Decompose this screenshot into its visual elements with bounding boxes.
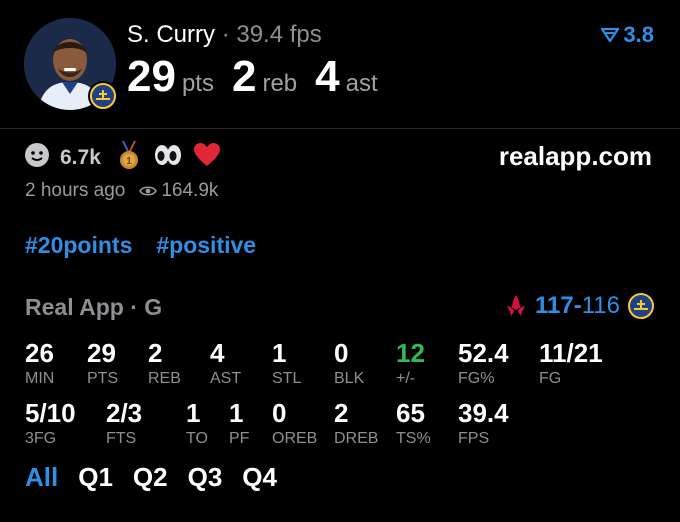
player-name[interactable]: S. Curry — [127, 21, 215, 48]
eyes-icon[interactable] — [153, 143, 183, 172]
stat-label: PTS — [87, 370, 119, 387]
team-logo-icon — [628, 293, 654, 319]
opponent-score: 116 — [581, 292, 620, 319]
stat-pts: 29 PTS — [87, 338, 118, 388]
stat-value: 65 — [396, 398, 425, 428]
stat-label: OREB — [272, 430, 318, 447]
stat-value: 5/10 — [25, 398, 76, 428]
heart-icon[interactable] — [193, 142, 221, 173]
ast-value: 4 — [315, 52, 340, 101]
stat-fg: 11/21 FG — [539, 338, 603, 388]
divider — [0, 128, 680, 129]
stat-label: TS% — [396, 430, 431, 447]
stat-to: 1 TO — [186, 398, 208, 448]
timestamp: 2 hours ago — [25, 180, 126, 201]
stat-value: 29 — [87, 338, 116, 368]
player-fps: 39.4 fps — [236, 21, 322, 48]
stat-plus-minus: 12 +/- — [396, 338, 425, 388]
stat-label: FTS — [106, 430, 137, 447]
stat-value: 1 — [272, 338, 287, 368]
tab-q4[interactable]: Q4 — [242, 462, 277, 493]
stat-value: 2 — [334, 398, 349, 428]
stat-label: +/- — [396, 370, 416, 387]
stat-reb: 2 REB — [148, 338, 181, 388]
stat-value: 1 — [229, 398, 244, 428]
pts-unit: pts — [181, 70, 214, 97]
stat-label: REB — [148, 370, 181, 387]
stat-label: PF — [229, 430, 250, 447]
stat-value: 26 — [25, 338, 54, 368]
post-meta: 2 hours ago 164.9k — [25, 180, 218, 202]
stat-fts: 2/3 FTS — [106, 398, 142, 448]
tab-q1[interactable]: Q1 — [78, 462, 113, 493]
stat-value: 0 — [334, 338, 349, 368]
stat-label: DREB — [334, 430, 379, 447]
stat-value: 2 — [148, 338, 163, 368]
eye-icon — [139, 186, 158, 196]
stats-source: Real App · G — [25, 294, 162, 321]
quarter-tabs: All Q1 Q2 Q3 Q4 — [25, 462, 277, 493]
stat-fg-pct: 52.4 FG% — [458, 338, 509, 388]
separator: · — [221, 21, 230, 48]
stat-value: 2/3 — [106, 398, 143, 428]
stat-label: MIN — [25, 370, 55, 387]
source-name: Real App — [25, 294, 124, 320]
game-score[interactable]: 117-116 — [505, 292, 654, 320]
headline-stats: 29 pts 2 reb 4 ast — [127, 52, 396, 102]
site-link[interactable]: realapp.com — [499, 141, 652, 172]
views: 164.9k — [139, 180, 218, 202]
stat-value: 4 — [210, 338, 225, 368]
stat-label: STL — [272, 370, 302, 387]
stat-label: AST — [210, 370, 242, 387]
stat-value: 12 — [396, 338, 425, 368]
stat-pf: 1 PF — [229, 398, 249, 448]
stat-label: FPS — [458, 430, 490, 447]
stat-3fg: 5/10 3FG — [25, 398, 76, 448]
stat-fps: 39.4 FPS — [458, 398, 509, 448]
stat-value: 11/21 — [539, 338, 603, 368]
smile-icon[interactable] — [24, 142, 50, 173]
reaction-count: 6.7k — [60, 145, 101, 169]
hashtag-link[interactable]: #20points — [25, 232, 132, 259]
hashtags: #20points #positive — [25, 232, 256, 259]
separator: · — [130, 294, 138, 320]
stat-oreb: 0 OREB — [272, 398, 317, 448]
reb-unit: reb — [262, 70, 298, 97]
hashtag-link[interactable]: #positive — [156, 232, 256, 259]
opponent-logo-icon — [507, 295, 526, 316]
stat-value: 1 — [186, 398, 201, 428]
rating-value: 3.8 — [623, 22, 654, 47]
stat-label: FG — [539, 370, 562, 387]
player-heading: S. Curry · 39.4 fps — [127, 21, 322, 49]
player-position: G — [144, 294, 163, 320]
pts-value: 29 — [127, 52, 176, 101]
score-dash: - — [573, 292, 582, 319]
stat-ast: 4 AST — [210, 338, 241, 388]
ast-unit: ast — [345, 70, 378, 97]
reb-value: 2 — [231, 52, 257, 101]
stat-ts-pct: 65 TS% — [396, 398, 431, 448]
reactions-bar: 6.7k 1 — [24, 140, 221, 175]
team-score: 117 — [535, 292, 574, 319]
stat-blk: 0 BLK — [334, 338, 364, 388]
stat-value: 0 — [272, 398, 287, 428]
stat-label: FG% — [458, 370, 495, 387]
stat-dreb: 2 DREB — [334, 398, 378, 448]
tab-all[interactable]: All — [25, 462, 58, 493]
view-count: 164.9k — [161, 180, 219, 201]
tab-q2[interactable]: Q2 — [133, 462, 168, 493]
svg-text:1: 1 — [126, 156, 132, 167]
stat-label: BLK — [334, 370, 365, 387]
medal-icon[interactable]: 1 — [115, 140, 143, 175]
stat-stl: 1 STL — [272, 338, 301, 388]
stat-value: 52.4 — [458, 338, 509, 368]
stat-label: 3FG — [25, 430, 57, 447]
stat-min: 26 MIN — [25, 338, 54, 388]
team-logo-icon — [88, 81, 118, 111]
tab-q3[interactable]: Q3 — [188, 462, 223, 493]
rating-badge[interactable]: 3.8 — [601, 22, 654, 48]
filter-v-icon — [601, 27, 620, 43]
stat-label: TO — [186, 430, 208, 447]
stat-value: 39.4 — [458, 398, 509, 428]
